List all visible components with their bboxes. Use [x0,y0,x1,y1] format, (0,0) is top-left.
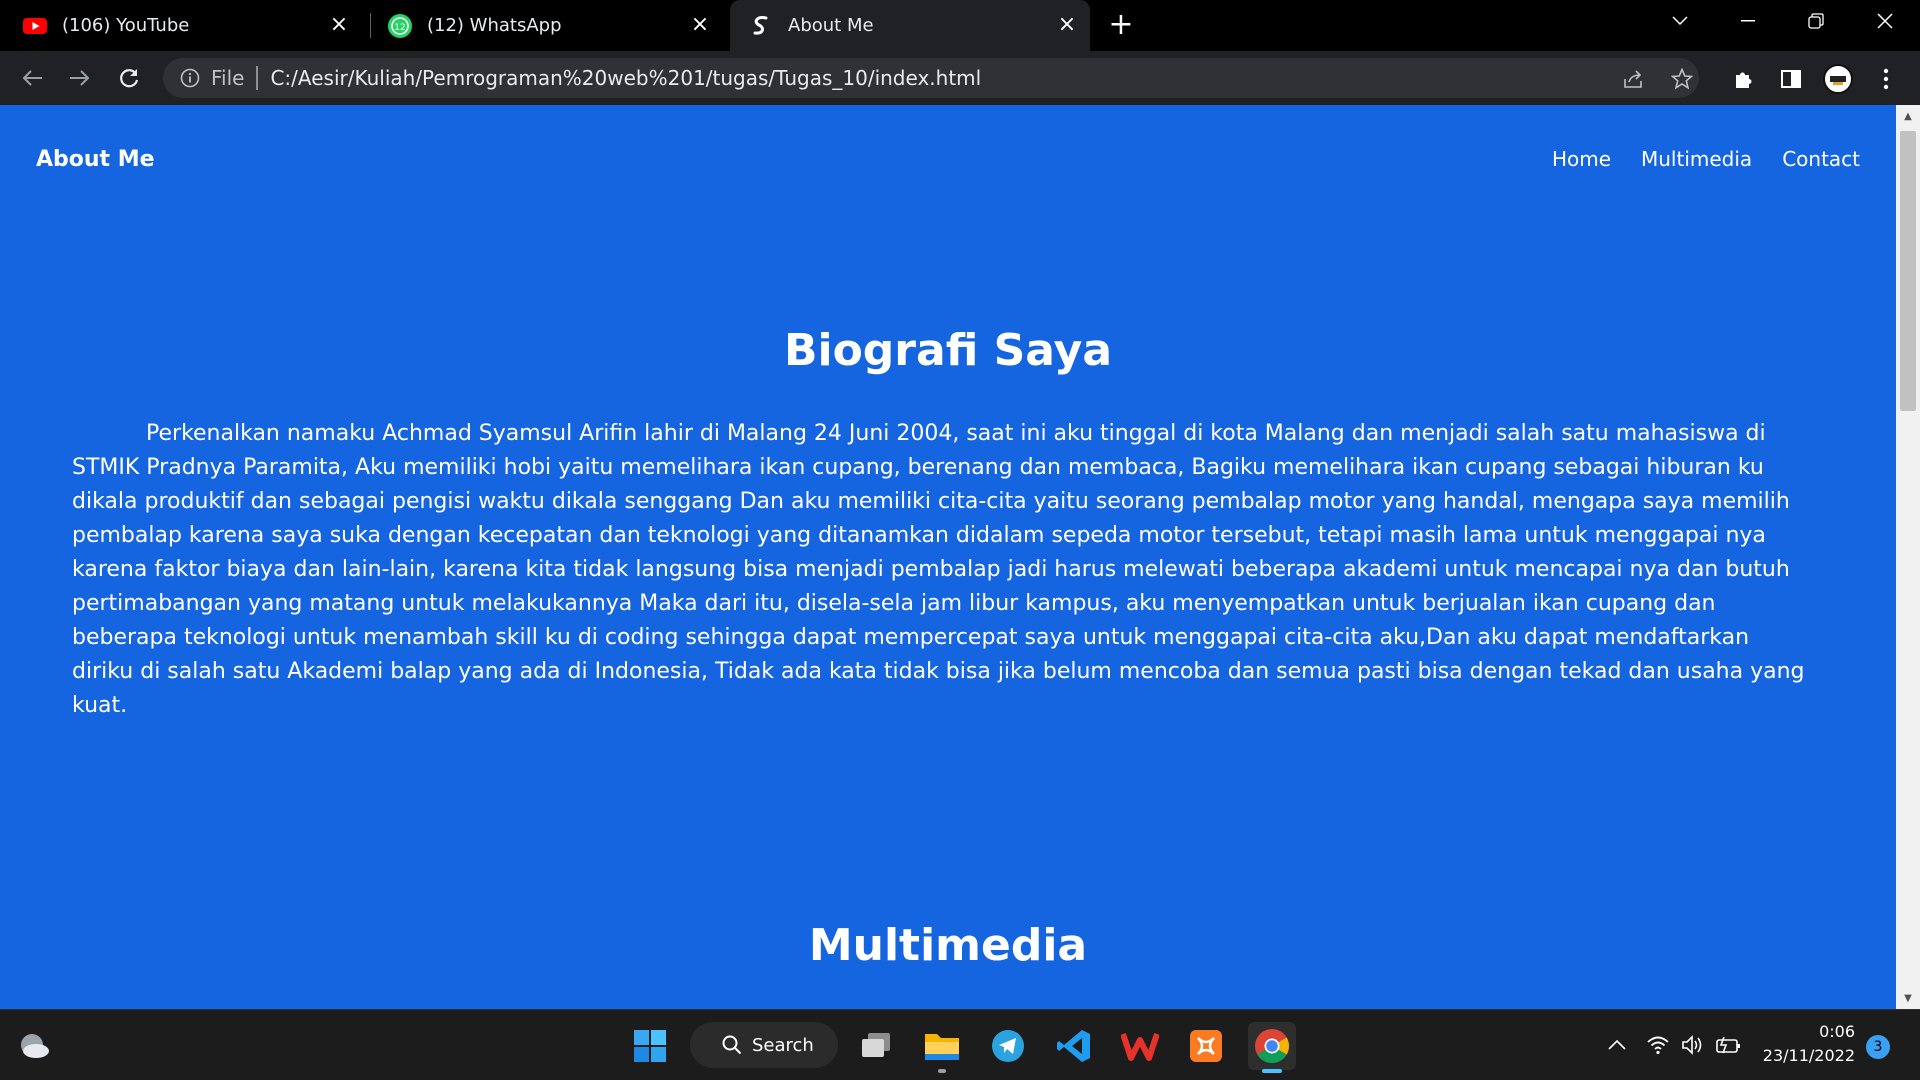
xampp-icon[interactable] [1182,1022,1230,1070]
forward-button[interactable] [62,60,98,96]
close-tab-icon[interactable]: × [328,14,350,36]
start-windows-icon[interactable] [626,1022,674,1070]
info-icon[interactable] [179,67,201,89]
site-nav: Home Multimedia Contact [1552,147,1860,171]
clock-time: 0:06 [1819,1022,1855,1041]
nav-link-multimedia[interactable]: Multimedia [1641,147,1752,171]
reload-button[interactable] [111,60,147,96]
new-tab-button[interactable]: + [1104,8,1138,42]
scroll-up-arrow-icon[interactable]: ▲ [1896,105,1920,127]
bookmark-star-icon[interactable] [1670,67,1694,91]
tab-title: (12) WhatsApp [427,15,562,36]
tab-separator [370,13,371,38]
scroll-down-arrow-icon[interactable]: ▼ [1896,987,1920,1009]
close-window-button[interactable] [1850,0,1920,42]
nav-link-contact[interactable]: Contact [1782,147,1860,171]
tab-youtube[interactable]: (106) YouTube × [22,0,362,51]
tab-strip: (106) YouTube × 12 (12) WhatsApp × About… [0,0,1920,51]
battery-charging-icon[interactable] [1716,1032,1742,1058]
nav-link-home[interactable]: Home [1552,147,1611,171]
address-bar[interactable]: File C:/Aesir/Kuliah/Pemrograman%20web%2… [163,58,1699,98]
taskbar-search[interactable]: Search [690,1022,838,1068]
scheme-label: File [211,66,245,90]
site-favicon-icon [748,13,774,39]
restore-button[interactable] [1781,0,1851,42]
share-icon[interactable] [1622,67,1646,91]
svg-text:12: 12 [394,23,405,33]
tab-about-me[interactable]: About Me × [730,0,1090,51]
site-brand[interactable]: About Me [36,147,155,172]
youtube-icon [22,13,48,39]
profile-avatar[interactable] [1823,64,1853,94]
whatsapp-icon: 12 [387,13,413,39]
close-tab-icon[interactable]: × [689,14,711,36]
clock-date: 23/11/2022 [1762,1046,1855,1065]
web-page: About Me Home Multimedia Contact Biograf… [0,105,1896,1009]
tab-title: (106) YouTube [62,15,190,36]
vscode-icon[interactable] [1050,1022,1098,1070]
close-tab-icon[interactable]: × [1056,14,1078,36]
bio-paragraph: Perkenalkan namaku Achmad Syamsul Arifin… [72,421,1805,718]
task-view-icon[interactable] [852,1022,900,1070]
file-explorer-icon[interactable] [918,1022,966,1070]
wifi-icon[interactable] [1645,1032,1671,1058]
system-clock[interactable]: 0:06 23/11/2022 [1763,1020,1855,1068]
menu-kebab-icon[interactable] [1873,66,1899,92]
side-panel-icon[interactable] [1778,66,1804,92]
show-hidden-icons-icon[interactable] [1604,1032,1630,1058]
tab-search-icon[interactable] [1645,0,1715,42]
telegram-icon[interactable] [984,1022,1032,1070]
scrollbar-thumb[interactable] [1900,131,1916,411]
search-label: Search [752,1034,814,1056]
notification-badge[interactable]: 3 [1866,1035,1890,1059]
tab-whatsapp[interactable]: 12 (12) WhatsApp × [387,0,723,51]
volume-icon[interactable] [1680,1032,1706,1058]
weather-widget-icon[interactable] [10,1022,58,1070]
wps-office-icon[interactable] [1116,1022,1164,1070]
chrome-icon[interactable] [1248,1022,1296,1070]
search-icon [722,1035,742,1055]
taskbar: Search 0:06 23/11/2022 3 [0,1009,1920,1080]
tab-title: About Me [788,15,874,36]
page-scrollbar[interactable]: ▲ ▼ [1896,105,1920,1009]
extensions-icon[interactable] [1730,66,1756,92]
running-indicator [938,1069,946,1073]
active-indicator [1262,1069,1282,1073]
address-divider [256,66,259,90]
bio-heading: Biografi Saya [783,325,1113,376]
browser-toolbar: File C:/Aesir/Kuliah/Pemrograman%20web%2… [0,51,1920,105]
url-text[interactable]: C:/Aesir/Kuliah/Pemrograman%20web%201/tu… [270,66,981,90]
multimedia-heading: Multimedia [808,920,1088,971]
back-button[interactable] [14,60,50,96]
minimize-button[interactable] [1713,0,1783,42]
